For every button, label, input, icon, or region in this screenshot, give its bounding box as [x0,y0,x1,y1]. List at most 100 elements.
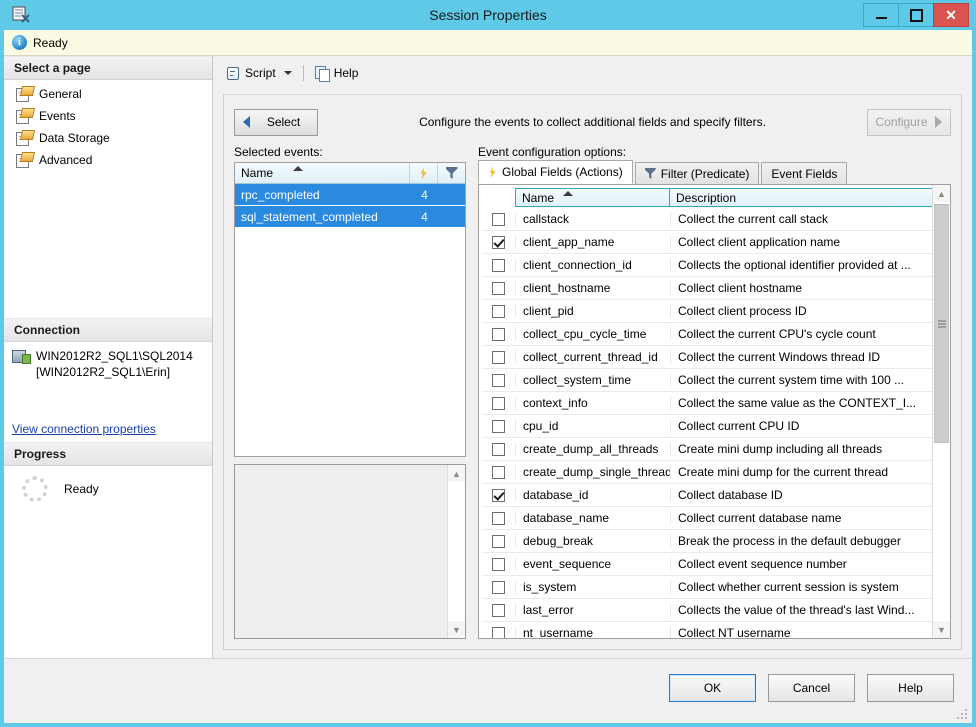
field-checkbox-cell[interactable] [482,212,515,226]
close-button[interactable]: ✕ [933,3,969,27]
checkbox-icon[interactable] [492,327,505,341]
field-checkbox-cell[interactable] [482,580,515,594]
table-row[interactable]: debug_break Break the process in the def… [482,530,933,553]
tab-filter-predicate[interactable]: Filter (Predicate) [634,162,760,184]
table-row[interactable]: sql_statement_completed 4 [235,206,465,228]
field-checkbox-cell[interactable] [482,442,515,456]
sidebar-item-general[interactable]: General [4,83,212,105]
table-row[interactable]: database_name Collect current database n… [482,507,933,530]
table-row[interactable]: rpc_completed 4 [235,184,465,206]
checkbox-icon[interactable] [492,511,505,525]
field-checkbox-cell[interactable] [482,419,515,433]
sidebar-item-data-storage[interactable]: Data Storage [4,127,212,149]
table-row[interactable]: create_dump_all_threads Create mini dump… [482,438,933,461]
filter-column-header[interactable] [438,163,465,183]
funnel-icon [644,168,656,179]
tab-global-fields[interactable]: Global Fields (Actions) [478,160,633,184]
name-column-header[interactable]: Name [515,188,670,207]
table-row[interactable]: context_info Collect the same value as t… [482,392,933,415]
checkbox-icon[interactable] [492,350,505,364]
checkbox-icon[interactable] [492,419,505,433]
checkbox-icon[interactable] [492,442,505,456]
selected-events-name-header[interactable]: Name [235,163,410,183]
field-checkbox-cell[interactable] [482,534,515,548]
field-checkbox-cell[interactable] [482,603,515,617]
scroll-thumb[interactable] [934,204,949,443]
view-connection-properties-link[interactable]: View connection properties [4,418,212,442]
global-fields-scrollbar[interactable]: ▲ ▼ [932,185,950,638]
table-row[interactable]: client_app_name Collect client applicati… [482,231,933,254]
field-checkbox-cell[interactable] [482,258,515,272]
checkbox-icon[interactable] [492,304,505,318]
table-row[interactable]: nt_username Collect NT username [482,622,933,638]
table-row[interactable]: collect_current_thread_id Collect the cu… [482,346,933,369]
lightning-bolt-icon [420,166,427,180]
sidebar-item-events[interactable]: Events [4,105,212,127]
actions-column-header[interactable] [410,163,438,183]
select-button[interactable]: Select [234,108,318,136]
table-row[interactable]: callstack Collect the current call stack [482,208,933,231]
checkbox-icon[interactable] [492,534,505,548]
table-row[interactable]: last_error Collects the value of the thr… [482,599,933,622]
help-button-footer[interactable]: Help [867,674,954,702]
tab-event-fields[interactable]: Event Fields [761,162,848,184]
resize-grip[interactable] [955,707,967,719]
funnel-icon [445,167,458,179]
table-row[interactable]: client_connection_id Collects the option… [482,254,933,277]
script-button[interactable]: Script [221,64,296,83]
description-scrollbar[interactable]: ▲ ▼ [447,465,465,638]
connection-spacer [4,384,212,418]
checkbox-icon[interactable] [492,488,505,502]
table-row[interactable]: event_sequence Collect event sequence nu… [482,553,933,576]
field-checkbox-cell[interactable] [482,281,515,295]
global-fields-scroll-track[interactable] [933,202,950,621]
field-checkbox-cell[interactable] [482,373,515,387]
description-scroll-track[interactable] [448,482,465,621]
table-row[interactable]: client_hostname Collect client hostname [482,277,933,300]
sidebar-item-advanced[interactable]: Advanced [4,149,212,171]
sidebar-bottom-filler [4,511,212,658]
cancel-button[interactable]: Cancel [768,674,855,702]
checkbox-icon[interactable] [492,626,505,638]
table-row[interactable]: collect_cpu_cycle_time Collect the curre… [482,323,933,346]
maximize-button[interactable] [898,3,934,27]
field-checkbox-cell[interactable] [482,511,515,525]
checkbox-icon[interactable] [492,603,505,617]
table-row[interactable]: cpu_id Collect current CPU ID [482,415,933,438]
table-row[interactable]: database_id Collect database ID [482,484,933,507]
scroll-up-icon[interactable]: ▲ [448,465,465,482]
field-checkbox-cell[interactable] [482,396,515,410]
checkbox-icon[interactable] [492,557,505,571]
field-checkbox-cell[interactable] [482,626,515,638]
table-row[interactable]: collect_system_time Collect the current … [482,369,933,392]
field-checkbox-cell[interactable] [482,304,515,318]
field-checkbox-cell[interactable] [482,235,515,249]
selected-events-grid[interactable]: Name rpc_completed 4 sql_statement_compl… [234,162,466,457]
checkbox-icon[interactable] [492,396,505,410]
field-checkbox-cell[interactable] [482,327,515,341]
tab-label: Global Fields (Actions) [502,165,623,179]
field-checkbox-cell[interactable] [482,557,515,571]
scroll-down-icon[interactable]: ▼ [448,621,465,638]
checkbox-icon[interactable] [492,580,505,594]
description-column-header[interactable]: Description [670,188,933,207]
scroll-up-icon[interactable]: ▲ [933,185,950,202]
checkbox-icon[interactable] [492,235,505,249]
checkbox-icon[interactable] [492,281,505,295]
table-row[interactable]: is_system Collect whether current sessio… [482,576,933,599]
checkbox-icon[interactable] [492,465,505,479]
chevron-down-icon[interactable] [283,71,292,75]
minimize-button[interactable] [863,3,899,27]
checkbox-icon[interactable] [492,373,505,387]
table-row[interactable]: create_dump_single_thread Create mini du… [482,461,933,484]
ok-button[interactable]: OK [669,674,756,702]
checkbox-icon[interactable] [492,258,505,272]
help-button[interactable]: Help [311,64,363,83]
scroll-down-icon[interactable]: ▼ [933,621,950,638]
field-checkbox-cell[interactable] [482,465,515,479]
field-checkbox-cell[interactable] [482,488,515,502]
checkbox-icon[interactable] [492,212,505,226]
configure-button[interactable]: Configure [867,108,951,136]
table-row[interactable]: client_pid Collect client process ID [482,300,933,323]
field-checkbox-cell[interactable] [482,350,515,364]
